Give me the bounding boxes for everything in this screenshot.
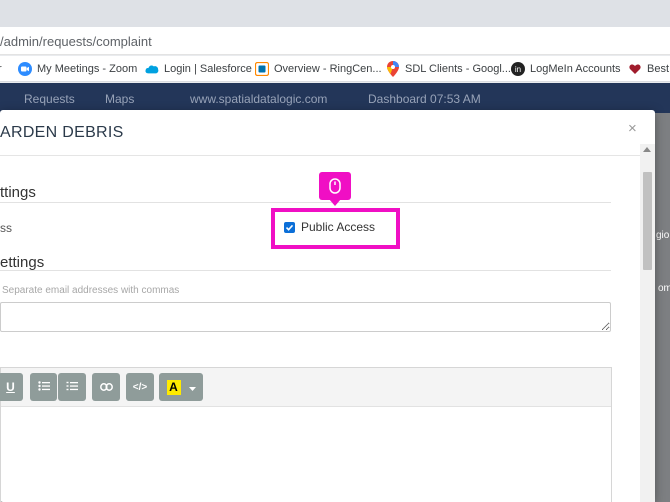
nav-item-requests[interactable]: Requests bbox=[24, 92, 75, 106]
bullet-list-button[interactable] bbox=[30, 373, 57, 401]
url-text: /admin/requests/complaint bbox=[0, 34, 152, 49]
rich-text-editor[interactable]: U </> A bbox=[0, 367, 612, 502]
numbered-list-icon bbox=[66, 380, 78, 394]
zoom-icon bbox=[18, 62, 32, 76]
insert-link-button[interactable] bbox=[92, 373, 120, 401]
modal-header-divider bbox=[0, 155, 655, 156]
bookmark-logmein[interactable]: in LogMeIn Accounts bbox=[511, 61, 621, 77]
backdrop-text: gio bbox=[656, 230, 670, 241]
section-divider bbox=[0, 270, 611, 271]
highlight-box bbox=[271, 208, 400, 249]
bookmark-salesforce[interactable]: Login | Salesforce bbox=[145, 61, 252, 77]
app-nav-bar: Requests Maps www.spatialdatalogic.com D… bbox=[0, 83, 670, 113]
heart-icon bbox=[628, 62, 642, 76]
scrollbar-thumb[interactable] bbox=[643, 172, 652, 270]
section-title-settings: ttings bbox=[0, 184, 36, 201]
svg-text:in: in bbox=[515, 65, 521, 74]
bookmark-zoom[interactable]: My Meetings - Zoom bbox=[18, 61, 137, 77]
mouse-click-icon bbox=[319, 172, 351, 200]
section-title-notification-settings: ettings bbox=[0, 254, 45, 271]
highlight-color-button[interactable]: A bbox=[159, 373, 203, 401]
nav-item-website[interactable]: www.spatialdatalogic.com bbox=[190, 92, 327, 106]
link-icon bbox=[99, 380, 113, 394]
nav-dashboard-time: Dashboard 07:53 AM bbox=[368, 92, 481, 106]
logmein-icon: in bbox=[511, 62, 525, 76]
modal-title: ARDEN DEBRIS bbox=[0, 124, 124, 141]
email-input[interactable] bbox=[0, 302, 611, 332]
highlight-color-swatch: A bbox=[166, 379, 181, 395]
underline-button[interactable]: U bbox=[0, 373, 23, 401]
backdrop-text: om bbox=[658, 283, 670, 294]
bookmarks-bar: r My Meetings - Zoom Login | Salesforce … bbox=[0, 56, 670, 82]
marker-pointer bbox=[329, 199, 341, 206]
bookmark-item[interactable]: r bbox=[0, 61, 2, 77]
bookmark-sdl-clients[interactable]: SDL Clients - Googl... bbox=[386, 61, 511, 77]
nav-item-maps[interactable]: Maps bbox=[105, 92, 134, 106]
ringcentral-icon bbox=[255, 62, 269, 76]
bookmark-ringcentral[interactable]: Overview - RingCen... bbox=[255, 61, 382, 77]
numbered-list-button[interactable] bbox=[58, 373, 86, 401]
google-maps-pin-icon bbox=[386, 61, 400, 77]
editor-toolbar: U </> A bbox=[0, 368, 611, 407]
modal-scrollbar[interactable] bbox=[640, 144, 655, 502]
browser-tab-strip bbox=[0, 0, 670, 27]
address-bar[interactable]: /admin/requests/complaint bbox=[0, 27, 670, 55]
bookmark-best[interactable]: Best bbox=[628, 61, 669, 77]
caret-down-icon bbox=[188, 380, 196, 394]
code-view-button[interactable]: </> bbox=[126, 373, 154, 401]
email-hint: Separate email addresses with commas bbox=[2, 285, 180, 296]
scroll-up-arrow-icon[interactable] bbox=[643, 147, 651, 152]
section-divider bbox=[0, 202, 611, 203]
bullet-list-icon bbox=[37, 380, 50, 394]
salesforce-cloud-icon bbox=[145, 62, 159, 76]
close-icon[interactable]: × bbox=[628, 120, 637, 137]
request-modal: ARDEN DEBRIS × ttings ss Public Access e… bbox=[0, 110, 655, 502]
access-row-label: ss bbox=[0, 221, 12, 235]
